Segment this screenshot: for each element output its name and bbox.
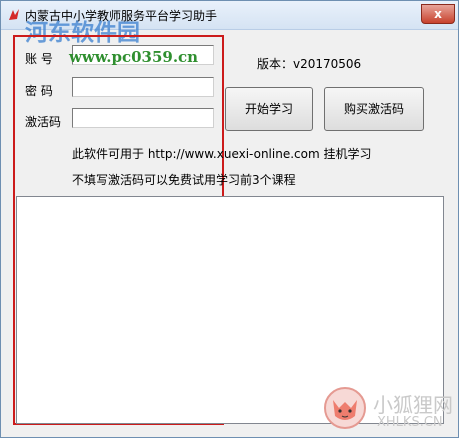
start-learning-label: 开始学习 bbox=[244, 102, 293, 116]
start-learning-button[interactable]: 开始学习 bbox=[225, 87, 313, 131]
fox-logo-icon bbox=[324, 387, 366, 429]
info-line-2: 不填写激活码可以免费试用学习前3个课程 bbox=[72, 173, 296, 187]
version-label: 版本：v20170506 bbox=[257, 57, 362, 71]
watermark-fox-domain: XHLKS.CN bbox=[377, 415, 443, 430]
info-line-1: 此软件可用于 http://www.xuexi-online.com 挂机学习 bbox=[72, 147, 372, 161]
watermark-fox-name: 小狐狸网 bbox=[373, 393, 453, 417]
buy-activation-code-label: 购买激活码 bbox=[343, 102, 404, 116]
buy-activation-code-button[interactable]: 购买激活码 bbox=[324, 87, 424, 131]
app-logo-icon bbox=[9, 9, 19, 20]
close-icon: x bbox=[434, 7, 442, 21]
app-window: 内蒙古中小学教师服务平台学习助手 x 河东软件园 账 号 www.pc0359.… bbox=[0, 0, 459, 438]
close-button[interactable]: x bbox=[421, 4, 455, 24]
